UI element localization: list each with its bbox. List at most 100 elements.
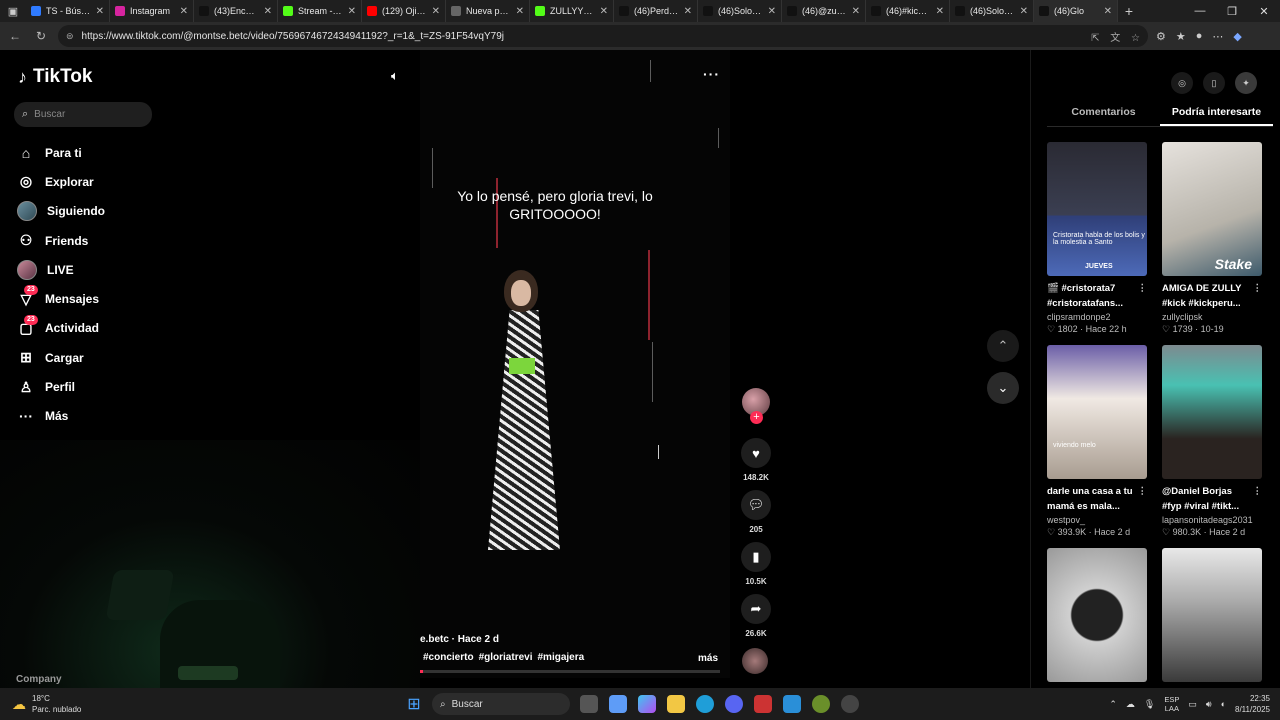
volume-icon[interactable]: 🔈︎ — [391, 68, 399, 84]
nav-item-live[interactable]: LIVE — [17, 255, 105, 284]
store-icon[interactable] — [609, 695, 627, 713]
edge-icon[interactable] — [696, 695, 714, 713]
browser-tab[interactable]: (46)Solo reco ✕ — [698, 0, 782, 22]
video-thumbnail[interactable]: Stake — [1162, 142, 1262, 276]
app-f-icon[interactable] — [754, 695, 772, 713]
tray-chevron-icon[interactable]: ⌃ — [1109, 699, 1117, 710]
like-button[interactable]: ♥ 148.2K — [740, 438, 772, 482]
browser-tab[interactable]: Nueva pestaña ✕ — [446, 0, 530, 22]
app-blue-icon[interactable] — [783, 695, 801, 713]
browser-tab[interactable]: (43)Encuentra ✕ — [194, 0, 278, 22]
maximize-icon[interactable]: ❐ — [1216, 5, 1248, 18]
card-author[interactable]: westpov_ — [1047, 515, 1147, 525]
save-button[interactable]: ▮ 10.5K — [740, 542, 772, 586]
tab-close-icon[interactable]: ✕ — [180, 6, 188, 17]
card-author[interactable]: clipsramdonpe2 — [1047, 312, 1147, 322]
follow-plus-icon[interactable]: + — [750, 411, 763, 424]
profile-icon[interactable]: ● — [1196, 30, 1203, 43]
tab-close-icon[interactable]: ✕ — [96, 6, 104, 17]
tab-comments[interactable]: Comentarios — [1047, 106, 1160, 126]
suggested-video-card[interactable]: Stake AMIGA DE ZULLY #kick #kickperu... ⋮ z… — [1162, 142, 1262, 335]
tab-close-icon[interactable]: ✕ — [1020, 6, 1028, 17]
app-green-icon[interactable] — [812, 695, 830, 713]
nav-item-compass[interactable]: ◎ Explorar — [17, 167, 105, 196]
tab-close-icon[interactable]: ✕ — [516, 6, 524, 17]
browser-tab[interactable]: (46)@zullyy ✕ — [782, 0, 866, 22]
browser-tab[interactable]: (46)Glo ✕ — [1034, 0, 1118, 22]
language-indicator[interactable]: ESP LAA — [1164, 695, 1179, 713]
hashtag-link[interactable]: #gloriatrevi — [479, 652, 533, 663]
copilot-app-icon[interactable] — [638, 695, 656, 713]
browser-tab[interactable]: (46)#kickpe ✕ — [866, 0, 950, 22]
card-menu-icon[interactable]: ⋮ — [1138, 484, 1148, 499]
card-title[interactable]: AMIGA DE ZULLY #kick #kickperu... ⋮ — [1162, 281, 1262, 311]
compass-small-icon[interactable]: ◎ — [1171, 72, 1193, 94]
nav-item-activity[interactable]: ▢ 23 Actividad — [17, 314, 105, 343]
extension-icon[interactable]: ⚙ — [1156, 30, 1166, 43]
open-in-app-icon[interactable]: ⇱ — [1091, 33, 1099, 44]
browser-tab[interactable]: (46)Solo reco ✕ — [950, 0, 1034, 22]
nav-item-friends[interactable]: ⚇ Friends — [17, 226, 105, 255]
more-link[interactable]: más — [698, 653, 718, 664]
mic-icon[interactable]: 🎙︎ — [1144, 699, 1155, 710]
tab-close-icon[interactable]: ✕ — [264, 6, 272, 17]
card-author[interactable]: zullyclipsk — [1162, 312, 1262, 322]
video-thumbnail[interactable] — [1047, 548, 1147, 682]
new-tab-button[interactable]: + — [1118, 3, 1140, 19]
video-progress-bar[interactable] — [420, 670, 720, 673]
favorite-star-icon[interactable]: ☆ — [1131, 33, 1140, 44]
favorites-icon[interactable]: ★ — [1176, 30, 1186, 43]
card-menu-icon[interactable]: ⋮ — [1253, 281, 1263, 296]
translate-icon[interactable]: 文 — [1110, 33, 1120, 44]
browser-tab[interactable]: TS - Búsqueda ✕ — [26, 0, 110, 22]
tab-suggested[interactable]: Podría interesarte — [1160, 106, 1273, 126]
card-author[interactable]: lapansonitadeags2031 — [1162, 515, 1262, 525]
search-input[interactable]: ⌕ Buscar — [14, 102, 152, 127]
browser-tab[interactable]: ZULLYY_CS ✕ — [530, 0, 614, 22]
next-video-icon[interactable]: ⌄ — [987, 372, 1019, 404]
nav-item-more[interactable]: ··· Más — [17, 402, 105, 431]
address-bar[interactable]: ⊜ https://www.tiktok.com/@montse.betc/vi… — [58, 25, 1148, 47]
nav-item-home[interactable]: ⌂ Para ti — [17, 138, 105, 167]
app-gray-icon[interactable] — [841, 695, 859, 713]
video-thumbnail[interactable]: viviendo melo — [1047, 345, 1147, 479]
menu-dots-icon[interactable]: ⋯ — [1212, 30, 1223, 43]
weather-widget[interactable]: ☁ 18°C Parc. nublado — [0, 693, 400, 715]
video-author-time[interactable]: e.betc · Hace 2 d — [420, 634, 499, 645]
copilot-icon[interactable]: ◆ — [1233, 30, 1241, 43]
battery-icon[interactable]: ◐ — [1221, 699, 1226, 709]
comment-button[interactable]: 💬︎ 205 — [740, 490, 772, 534]
tab-close-icon[interactable]: ✕ — [936, 6, 944, 17]
task-view-icon[interactable] — [580, 695, 598, 713]
video-player[interactable]: Yo lo pensé, pero gloria trevi, lo GRITO… — [420, 50, 730, 678]
suggested-video-card[interactable] — [1047, 548, 1147, 682]
tab-actions-icon[interactable]: ▣ — [0, 0, 26, 22]
windows-start-icon[interactable]: ⊞ — [400, 694, 428, 714]
back-icon[interactable]: ← — [6, 29, 24, 43]
browser-tab[interactable]: Stream - Kick ✕ — [278, 0, 362, 22]
tab-close-icon[interactable]: ✕ — [852, 6, 860, 17]
company-link[interactable]: Company — [16, 674, 62, 685]
card-menu-icon[interactable]: ⋮ — [1253, 484, 1263, 499]
suggested-video-card[interactable]: viviendo melo darle una casa a tu mamá es… — [1047, 345, 1147, 538]
device-icon[interactable]: ▯ — [1203, 72, 1225, 94]
network-icon[interactable]: ▭ — [1188, 699, 1197, 710]
video-thumbnail[interactable] — [1162, 345, 1262, 479]
tab-close-icon[interactable]: ✕ — [600, 6, 608, 17]
taskbar-search[interactable]: ⌕ Buscar — [432, 693, 570, 715]
video-thumbnail[interactable]: Cristorata habla de los bolis y la moles… — [1047, 142, 1147, 276]
browser-tab[interactable]: (46)Perdóname ✕ — [614, 0, 698, 22]
suggested-video-card[interactable] — [1162, 548, 1262, 682]
clock[interactable]: 22:35 8/11/2025 — [1235, 693, 1270, 715]
close-window-icon[interactable]: ✕ — [1248, 5, 1280, 18]
nav-item-messages[interactable]: ▽ 23 Mensajes — [17, 284, 105, 313]
card-title[interactable]: 🎬 #cristorata7 #cristoratafans... ⋮ — [1047, 281, 1147, 311]
tab-close-icon[interactable]: ✕ — [1104, 6, 1112, 17]
nav-item-upload[interactable]: ⊞ Cargar — [17, 343, 105, 372]
suggested-video-card[interactable]: @Daniel Borjas #fyp #viral #tikt... ⋮ lapa… — [1162, 345, 1262, 538]
browser-tab[interactable]: (129) Ojitos ✕ — [362, 0, 446, 22]
hashtag-link[interactable]: #concierto — [423, 652, 474, 663]
hashtag-link[interactable]: #migajera — [538, 652, 585, 663]
previous-video-icon[interactable]: ⌃ — [987, 330, 1019, 362]
card-title[interactable]: @Daniel Borjas #fyp #viral #tikt... ⋮ — [1162, 484, 1262, 514]
